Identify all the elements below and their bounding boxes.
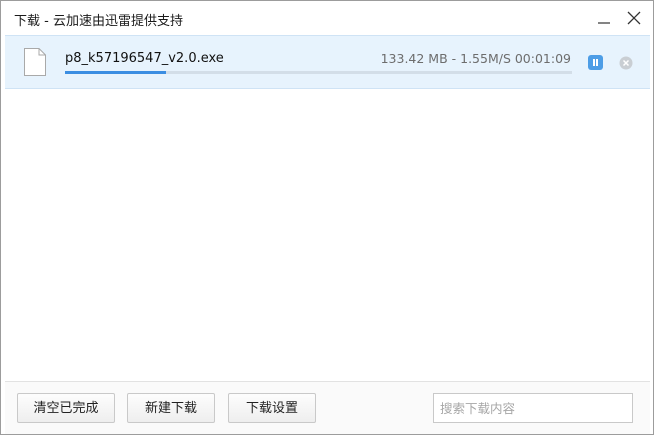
download-window: 下载 - 云加速由迅雷提供支持 p8_k57196547_v2.0.exe 13… [0, 0, 654, 435]
window-title: 下载 - 云加速由迅雷提供支持 [14, 14, 183, 29]
minimize-icon [598, 22, 610, 24]
clear-completed-button[interactable]: 清空已完成 [17, 393, 115, 423]
remove-icon [619, 56, 633, 70]
download-item[interactable]: p8_k57196547_v2.0.exe 133.42 MB - 1.55M/… [5, 35, 650, 89]
download-progress-fill [65, 71, 167, 74]
download-file-name: p8_k57196547_v2.0.exe [65, 51, 224, 66]
download-status: 133.42 MB - 1.55M/S 00:01:09 [380, 51, 571, 66]
remove-download-button[interactable] [619, 56, 633, 70]
file-icon [24, 48, 46, 76]
download-list: p8_k57196547_v2.0.exe 133.42 MB - 1.55M/… [5, 35, 650, 380]
title-bar[interactable]: 下载 - 云加速由迅雷提供支持 [1, 1, 653, 35]
search-downloads-input[interactable] [433, 393, 633, 423]
footer-bar: 清空已完成 新建下载 下载设置 [5, 381, 650, 434]
close-button[interactable] [622, 7, 646, 29]
pause-button[interactable] [588, 55, 603, 70]
download-progress-bar [65, 71, 572, 74]
minimize-button[interactable] [592, 7, 616, 29]
new-download-button[interactable]: 新建下载 [127, 393, 215, 423]
download-settings-button[interactable]: 下载设置 [228, 393, 316, 423]
close-icon [627, 11, 641, 25]
